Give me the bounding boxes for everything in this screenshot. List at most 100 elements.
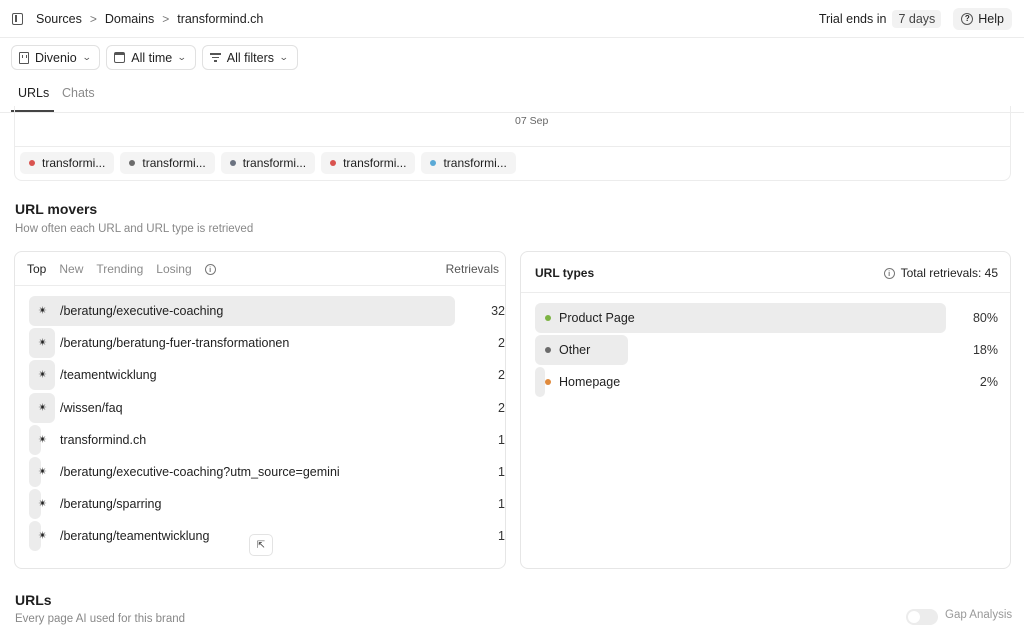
- legend-item[interactable]: transformi...: [20, 152, 115, 174]
- ai-source-icon: ✴: [38, 369, 48, 382]
- chevron-down-icon: ⌄: [81, 52, 92, 62]
- all-filters-label: All filters: [226, 50, 274, 65]
- url-type-share: 80%: [972, 311, 998, 325]
- breadcrumb-current: transformind.ch: [177, 11, 264, 26]
- filter-icon: [209, 53, 221, 62]
- legend-label: transformi...: [42, 156, 106, 170]
- url-mover-row[interactable]: ✴ /wissen/faq 2: [29, 392, 505, 423]
- total-retrievals-label: Total retrievals: 45: [900, 266, 998, 280]
- url-path: /beratung/sparring: [60, 497, 162, 512]
- movers-tabs: Top New Trending Losing i: [27, 262, 216, 276]
- chart-card: 07 Sep transformi... transformi... transfo…: [14, 106, 1011, 181]
- tab-urls[interactable]: URLs: [18, 86, 49, 100]
- url-mover-row[interactable]: ✴ /beratung/sparring 1: [29, 489, 505, 520]
- x-axis-tick: 07 Sep: [515, 115, 549, 127]
- legend-item[interactable]: transformi...: [220, 152, 316, 174]
- divider: [15, 146, 1010, 147]
- legend-dot: [229, 160, 236, 166]
- url-mover-row[interactable]: ✴ /beratung/executive-coaching 32: [29, 296, 505, 326]
- gap-analysis-label: Gap Analysis: [945, 609, 1013, 621]
- legend-label: transformi...: [242, 156, 307, 170]
- url-movers-subtitle: How often each URL and URL type is retri…: [15, 223, 254, 235]
- chart-legend: transformi... transformi... transformi... t…: [20, 152, 516, 174]
- trial-days-badge: 7 days: [892, 9, 942, 28]
- url-type-share: 2%: [979, 375, 998, 390]
- url-type-row[interactable]: Homepage 2%: [535, 367, 998, 398]
- url-types-title: URL types: [535, 266, 595, 280]
- retrieval-count: 2: [498, 368, 505, 383]
- breadcrumb-sources[interactable]: Sources: [36, 12, 82, 26]
- legend-dot: [29, 160, 35, 166]
- breadcrumb-separator: >: [89, 11, 97, 26]
- legend-dot: [330, 160, 337, 166]
- total-retrievals: i Total retrievals: 45: [883, 266, 998, 280]
- expand-icon[interactable]: ⇱: [249, 534, 273, 556]
- legend-label: transformi...: [443, 156, 507, 170]
- url-movers-card: Top New Trending Losing i Retrievals ✴ /b…: [14, 251, 506, 569]
- url-path: /beratung/beratung-fuer-transformationen: [60, 336, 290, 351]
- url-path: /wissen/faq: [60, 400, 123, 415]
- type-color-dot: [545, 379, 551, 386]
- divider: [521, 292, 1010, 293]
- url-type-share: 18%: [972, 343, 998, 358]
- legend-label: transformi...: [142, 156, 206, 170]
- url-type-row[interactable]: Product Page 80%: [535, 303, 998, 333]
- legend-item[interactable]: transformi...: [321, 152, 416, 174]
- legend-dot: [430, 160, 437, 166]
- legend-dot: [129, 160, 136, 166]
- info-icon[interactable]: i: [204, 263, 216, 275]
- url-type-label: Other: [559, 343, 591, 358]
- help-button[interactable]: ? Help: [953, 7, 1012, 30]
- movers-tab-new[interactable]: New: [59, 262, 83, 276]
- url-type-label: Homepage: [559, 375, 621, 390]
- urls-subtitle: Every page AI used for this brand: [15, 613, 186, 625]
- legend-item[interactable]: transformi...: [421, 152, 516, 174]
- ai-source-icon: ✴: [38, 466, 48, 478]
- retrieval-count: 2: [498, 336, 505, 351]
- all-filters-button[interactable]: All filters ⌄: [201, 45, 298, 70]
- urls-title: URLs: [15, 592, 52, 608]
- gap-analysis-toggle[interactable]: [906, 609, 938, 625]
- retrieval-count: 1: [498, 432, 505, 447]
- retrieval-count: 2: [498, 400, 505, 415]
- filter-bar: Divenio ⌄ All time ⌄ All filters ⌄: [11, 45, 298, 70]
- url-type-label: Product Page: [559, 311, 635, 325]
- tab-chats[interactable]: Chats: [62, 86, 95, 100]
- retrieval-count: 1: [498, 529, 505, 544]
- legend-item[interactable]: transformi...: [120, 152, 215, 174]
- url-mover-row[interactable]: ✴ /teamentwicklung 2: [29, 360, 505, 391]
- time-range-select[interactable]: All time ⌄: [106, 45, 196, 70]
- url-mover-row[interactable]: ✴ transformind.ch 1: [29, 424, 505, 455]
- url-mover-row[interactable]: ✴ /beratung/beratung-fuer-transformatione…: [29, 328, 505, 359]
- brand-select[interactable]: Divenio ⌄: [11, 45, 101, 70]
- movers-tab-top[interactable]: Top: [27, 262, 46, 276]
- ai-source-icon: ✴: [38, 433, 48, 446]
- retrieval-count: 32: [491, 304, 505, 318]
- sidebar-toggle-icon[interactable]: [12, 12, 23, 25]
- time-range-label: All time: [131, 50, 173, 65]
- type-color-dot: [545, 315, 551, 321]
- url-movers-title: URL movers: [15, 201, 98, 217]
- help-icon: ?: [961, 12, 974, 25]
- chevron-down-icon: ⌄: [278, 52, 289, 62]
- url-mover-row[interactable]: ✴ /beratung/executive-coaching?utm_source…: [29, 457, 505, 487]
- breadcrumb: Sources > Domains > transformind.ch: [12, 12, 263, 26]
- ai-source-icon: ✴: [38, 337, 48, 350]
- breadcrumb-domains[interactable]: Domains: [105, 12, 154, 26]
- url-path: /beratung/executive-coaching?utm_source=…: [60, 465, 340, 479]
- chevron-down-icon: ⌄: [177, 52, 187, 62]
- movers-tab-losing[interactable]: Losing: [156, 262, 191, 276]
- info-icon[interactable]: i: [883, 267, 895, 279]
- retrievals-header: Retrievals: [445, 262, 499, 276]
- url-type-row[interactable]: Other 18%: [535, 335, 998, 366]
- ai-source-icon: ✴: [38, 305, 48, 317]
- brand-select-label: Divenio: [35, 50, 77, 65]
- share-bar: [535, 367, 545, 398]
- help-label: Help: [978, 11, 1004, 26]
- url-path: /beratung/teamentwicklung: [60, 529, 210, 544]
- movers-tab-trending[interactable]: Trending: [96, 262, 143, 276]
- ai-source-icon: ✴: [38, 498, 48, 511]
- url-types-card: URL types i Total retrievals: 45 Product…: [520, 251, 1011, 569]
- top-bar: Sources > Domains > transformind.ch Tria…: [0, 0, 1024, 38]
- url-path: /teamentwicklung: [60, 368, 157, 383]
